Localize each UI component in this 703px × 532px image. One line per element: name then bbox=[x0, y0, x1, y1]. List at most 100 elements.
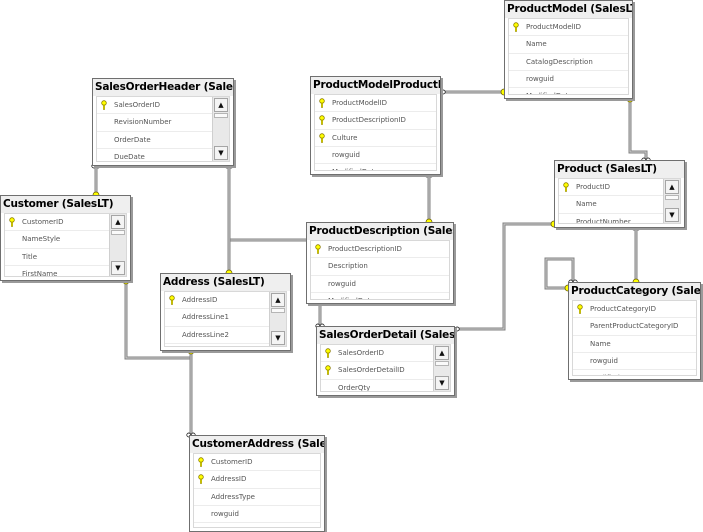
column-name: OrderQty bbox=[338, 383, 371, 392]
scroll-thumb[interactable] bbox=[214, 113, 228, 118]
vertical-scrollbar[interactable]: ▲ ▼ bbox=[433, 345, 450, 391]
table-title[interactable]: ProductModel (SalesLT) bbox=[505, 1, 632, 18]
column-row[interactable]: ParentProductCategoryID bbox=[573, 318, 696, 336]
vertical-scrollbar[interactable]: ▲ ▼ bbox=[663, 179, 680, 223]
scroll-thumb[interactable] bbox=[435, 361, 449, 366]
table-salesorderheader[interactable]: SalesOrderHeader (SalesLT) SalesOrderID Re… bbox=[92, 78, 234, 166]
column-row[interactable]: rowguid bbox=[311, 276, 449, 293]
column-row[interactable]: ModifiedDate bbox=[573, 370, 696, 375]
column-name: SalesOrderID bbox=[338, 349, 384, 357]
primary-key-icon bbox=[323, 348, 333, 358]
scroll-down-button[interactable]: ▼ bbox=[665, 208, 679, 222]
column-row[interactable]: ModifiedDate bbox=[311, 293, 449, 299]
primary-key-icon bbox=[167, 295, 177, 305]
column-row[interactable]: ProductModelID bbox=[315, 95, 436, 113]
column-row[interactable]: rowguid bbox=[573, 353, 696, 371]
column-row[interactable]: DueDate bbox=[97, 149, 212, 161]
table-title[interactable]: ProductCategory (SalesLT) bbox=[569, 283, 700, 300]
column-name: Culture bbox=[332, 133, 358, 142]
table-salesorderdetail[interactable]: SalesOrderDetail (SalesLT) SalesOrderID Sa… bbox=[316, 326, 455, 396]
column-row[interactable]: rowguid bbox=[194, 506, 320, 524]
column-row[interactable]: RevisionNumber bbox=[97, 114, 212, 132]
column-row[interactable]: AddressLine2 bbox=[165, 327, 269, 344]
primary-key-icon bbox=[196, 457, 206, 467]
table-title[interactable]: ProductModelProductDesc bbox=[311, 77, 440, 94]
column-row[interactable]: SalesOrderDetailID bbox=[321, 362, 433, 380]
vertical-scrollbar[interactable]: ▲ ▼ bbox=[269, 292, 286, 346]
table-productcategory[interactable]: ProductCategory (SalesLT)ProductCategory… bbox=[568, 282, 701, 380]
scroll-up-button[interactable]: ▲ bbox=[665, 180, 679, 194]
vertical-scrollbar[interactable]: ▲ ▼ bbox=[109, 214, 126, 276]
column-row[interactable]: SalesOrderID bbox=[321, 345, 433, 363]
scroll-thumb[interactable] bbox=[665, 195, 679, 200]
column-row[interactable]: Name bbox=[509, 36, 628, 54]
scroll-up-button[interactable]: ▲ bbox=[271, 293, 285, 307]
table-productdescription[interactable]: ProductDescription (SalesLT)ProductDescr… bbox=[306, 222, 454, 304]
scroll-down-button[interactable]: ▼ bbox=[214, 146, 228, 160]
column-row[interactable]: ProductNumber bbox=[559, 214, 663, 223]
column-row[interactable]: AddressID bbox=[194, 471, 320, 489]
column-row[interactable]: SalesOrderID bbox=[97, 97, 212, 115]
column-row[interactable]: ProductDescriptionID bbox=[311, 241, 449, 259]
table-product[interactable]: Product (SalesLT) ProductID Name ProductNum… bbox=[554, 160, 685, 228]
column-row[interactable]: rowguid bbox=[315, 147, 436, 165]
link-product-productmodel[interactable] bbox=[628, 99, 648, 160]
table-address[interactable]: Address (SalesLT) AddressID AddressLine1 Ad… bbox=[160, 273, 291, 351]
column-row[interactable]: ProductModelID bbox=[509, 19, 628, 37]
scroll-down-button[interactable]: ▼ bbox=[435, 376, 449, 390]
column-row[interactable]: City bbox=[165, 344, 269, 346]
column-row[interactable]: Name bbox=[559, 196, 663, 214]
table-title[interactable]: CustomerAddress (SalesLT) bbox=[190, 436, 324, 453]
column-row[interactable]: CatalogDescription bbox=[509, 54, 628, 71]
column-row[interactable]: ModifiedDate bbox=[315, 164, 436, 170]
column-row[interactable]: OrderDate bbox=[97, 132, 212, 149]
column-row[interactable]: FirstName bbox=[5, 266, 109, 277]
scroll-down-button[interactable]: ▼ bbox=[111, 261, 125, 275]
column-row[interactable]: ModifiedDate bbox=[509, 88, 628, 94]
column-name: AddressID bbox=[182, 296, 218, 304]
primary-key-icon bbox=[313, 244, 323, 254]
column-row[interactable]: CustomerID bbox=[5, 214, 109, 232]
table-productmodelproductdesc[interactable]: ProductModelProductDescProductModelIDPro… bbox=[310, 76, 441, 175]
column-name: FirstName bbox=[22, 269, 58, 277]
column-row[interactable]: ProductDescriptionID bbox=[315, 112, 436, 130]
column-row[interactable]: AddressID bbox=[165, 292, 269, 310]
table-title[interactable]: Product (SalesLT) bbox=[555, 161, 684, 178]
column-row[interactable]: OrderQty bbox=[321, 380, 433, 392]
column-row[interactable]: ProductCategoryID bbox=[573, 301, 696, 319]
column-row[interactable]: AddressLine1 bbox=[165, 309, 269, 327]
column-row[interactable]: AddressType bbox=[194, 489, 320, 506]
column-name: ModifiedDate bbox=[332, 164, 379, 170]
scroll-down-button[interactable]: ▼ bbox=[271, 331, 285, 345]
column-row[interactable]: ModifiedDate bbox=[194, 523, 320, 527]
column-name: ModifiedDate bbox=[590, 370, 637, 375]
table-customeraddress[interactable]: CustomerAddress (SalesLT) CustomerID Addre… bbox=[189, 435, 325, 532]
table-title[interactable]: ProductDescription (SalesLT) bbox=[307, 223, 453, 240]
column-row[interactable]: ProductID bbox=[559, 179, 663, 197]
table-title[interactable]: SalesOrderDetail (SalesLT) bbox=[317, 327, 454, 344]
scroll-up-button[interactable]: ▲ bbox=[435, 346, 449, 360]
column-name: CustomerID bbox=[22, 218, 64, 226]
column-name: rowguid bbox=[526, 74, 554, 83]
column-name: CatalogDescription bbox=[526, 57, 593, 66]
primary-key-icon bbox=[575, 304, 585, 314]
scroll-thumb[interactable] bbox=[111, 230, 125, 235]
column-row[interactable]: Description bbox=[311, 258, 449, 276]
table-title[interactable]: Customer (SalesLT) bbox=[1, 196, 130, 213]
scroll-thumb[interactable] bbox=[271, 308, 285, 313]
table-title[interactable]: Address (SalesLT) bbox=[161, 274, 290, 291]
column-row[interactable]: Title bbox=[5, 249, 109, 266]
table-productmodel[interactable]: ProductModel (SalesLT) ProductModelID Name… bbox=[504, 0, 633, 99]
column-name: ModifiedDate bbox=[328, 293, 375, 299]
scroll-up-button[interactable]: ▲ bbox=[111, 215, 125, 229]
column-name: ProductModelID bbox=[526, 23, 582, 31]
table-customer[interactable]: Customer (SalesLT) CustomerID NameStyle Tit… bbox=[0, 195, 131, 281]
column-row[interactable]: NameStyle bbox=[5, 231, 109, 249]
column-row[interactable]: rowguid bbox=[509, 71, 628, 89]
column-row[interactable]: Culture bbox=[315, 130, 436, 147]
table-title[interactable]: SalesOrderHeader (SalesLT) bbox=[93, 79, 233, 96]
vertical-scrollbar[interactable]: ▲ ▼ bbox=[212, 97, 229, 161]
scroll-up-button[interactable]: ▲ bbox=[214, 98, 228, 112]
column-row[interactable]: Name bbox=[573, 336, 696, 353]
column-row[interactable]: CustomerID bbox=[194, 454, 320, 472]
